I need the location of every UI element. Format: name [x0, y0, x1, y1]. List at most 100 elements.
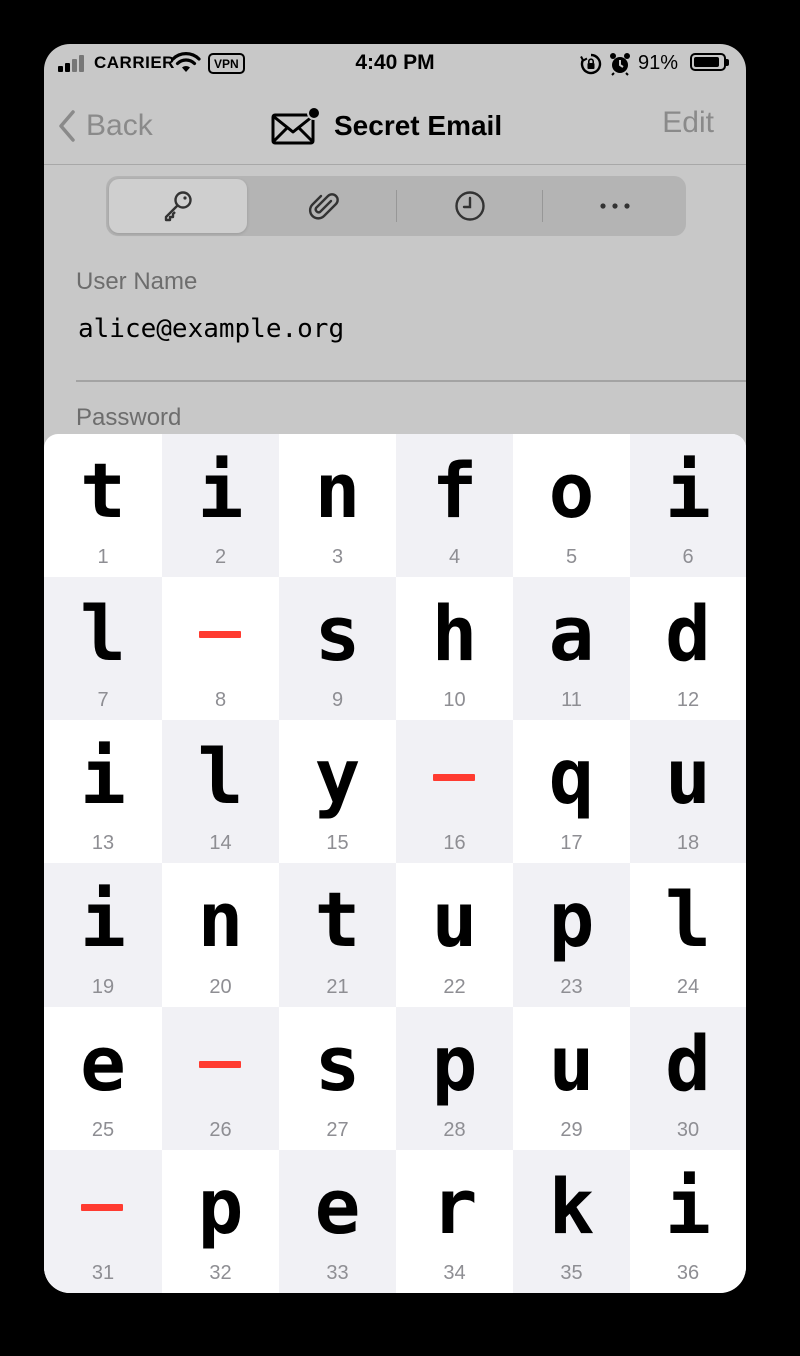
- char-position-number: 7: [97, 689, 109, 712]
- password-char: i: [80, 732, 126, 822]
- alarm-icon: [610, 53, 630, 76]
- password-char: q: [548, 732, 595, 822]
- char-position-number: 17: [560, 832, 583, 855]
- char-position-number: 28: [443, 1118, 466, 1141]
- phone-screen: CARRIER VPN 4:40 PM 91% Back Secret Emai…: [44, 44, 746, 1293]
- password-char: i: [80, 875, 126, 965]
- battery-percent: 91%: [638, 52, 679, 74]
- char-position-number: 33: [326, 1261, 349, 1284]
- password-char-cell: r 34: [396, 1150, 513, 1293]
- password-char-cell: o5: [513, 434, 630, 577]
- char-position-number: 23: [560, 975, 583, 998]
- char-position-number: 25: [91, 1118, 115, 1141]
- password-char: p: [197, 1161, 244, 1251]
- password-char: n: [197, 875, 244, 965]
- password-char-cell: s 27: [279, 1007, 396, 1150]
- password-char: n: [314, 446, 361, 535]
- password-char: u: [665, 732, 711, 822]
- username-value[interactable]: alice@example.org: [78, 314, 344, 344]
- envelope-icon: [271, 106, 321, 145]
- password-char: y: [314, 732, 361, 822]
- char-position-number: 34: [443, 1261, 466, 1284]
- password-char-cell: y 15: [279, 720, 396, 863]
- separator-dash: [199, 631, 241, 639]
- password-char: d: [665, 589, 711, 679]
- password-char: o: [548, 446, 595, 535]
- tab-history[interactable]: [401, 179, 539, 233]
- tab-key[interactable]: [109, 179, 247, 233]
- char-position-number: 14: [209, 832, 232, 855]
- password-char-cell: u 18: [630, 720, 746, 864]
- password-char-cell: l7: [44, 577, 162, 721]
- status-bar: CARRIER VPN 4:40 PM 91%: [44, 44, 746, 84]
- password-char-cell: n 20: [162, 863, 279, 1006]
- navigation-bar: Back Secret Email Edit: [44, 84, 746, 165]
- field-divider: [76, 380, 746, 382]
- password-char: p: [548, 875, 595, 965]
- paperclip-icon: [308, 193, 339, 220]
- char-position-number: 11: [561, 689, 582, 712]
- char-position-number: 6: [682, 546, 694, 569]
- char-position-number: 30: [676, 1118, 700, 1141]
- password-label: Password: [76, 404, 182, 431]
- password-char-cell: s9: [279, 577, 396, 721]
- char-position-number: 2: [214, 546, 227, 569]
- password-char-cell: 31: [44, 1149, 162, 1293]
- password-char-cell: 16: [396, 720, 513, 864]
- password-char-cell: u 29: [513, 1007, 630, 1150]
- password-char-cell: a 11: [513, 577, 630, 721]
- tab-attachments[interactable]: [255, 179, 393, 233]
- char-position-number: 31: [91, 1261, 115, 1284]
- password-char: h: [431, 589, 478, 679]
- password-char: u: [431, 875, 478, 965]
- char-position-number: 8: [214, 689, 227, 712]
- password-char-cell: u 22: [396, 863, 513, 1006]
- password-char: s: [314, 1018, 361, 1108]
- tab-more[interactable]: [546, 179, 684, 233]
- password-char: i: [665, 1161, 711, 1251]
- password-char-cell: t 21: [279, 863, 396, 1007]
- password-char-cell: p 23: [513, 863, 630, 1007]
- password-char: l: [80, 589, 126, 679]
- char-position-number: 19: [91, 975, 115, 998]
- password-char: t: [314, 875, 361, 965]
- char-position-number: 36: [676, 1261, 700, 1284]
- char-position-number: 5: [565, 546, 578, 569]
- password-char: p: [431, 1018, 478, 1108]
- password-char-cell: t1: [44, 434, 162, 577]
- password-char: e: [314, 1161, 361, 1251]
- char-position-number: 4: [448, 546, 461, 569]
- password-char-cell: f4: [396, 434, 513, 578]
- password-char: i: [665, 446, 711, 535]
- back-button[interactable]: Back: [58, 106, 153, 146]
- password-char: r: [431, 1161, 478, 1251]
- char-position-number: 26: [209, 1118, 232, 1141]
- password-char-cell: l 14: [162, 720, 279, 864]
- rotation-lock-icon: [580, 53, 602, 75]
- key-icon: [164, 191, 192, 222]
- password-char: i: [197, 446, 244, 535]
- password-char: l: [665, 875, 711, 965]
- password-char-cell: i6: [630, 434, 746, 578]
- char-position-number: 22: [443, 975, 466, 998]
- char-position-number: 20: [209, 975, 232, 998]
- separator-dash: [433, 774, 475, 782]
- battery-icon: [690, 53, 729, 71]
- password-char-cell: p 32: [162, 1150, 279, 1293]
- char-position-number: 15: [326, 832, 349, 855]
- char-position-number: 21: [326, 975, 349, 998]
- password-char-cell: i 36: [630, 1150, 746, 1293]
- segmented-control: [106, 176, 686, 236]
- char-position-number: 24: [676, 975, 700, 998]
- password-char-cell: h 10: [396, 577, 513, 720]
- password-char: u: [548, 1018, 595, 1108]
- edit-button[interactable]: Edit: [662, 106, 714, 140]
- password-char: l: [197, 732, 244, 822]
- password-char-cell: i2: [162, 434, 279, 578]
- char-position-number: 35: [560, 1261, 583, 1284]
- separator-dash: [199, 1060, 241, 1068]
- password-char: f: [431, 446, 478, 535]
- char-position-number: 13: [91, 832, 115, 855]
- password-char-cell: l 24: [630, 863, 746, 1006]
- password-char: t: [80, 446, 126, 535]
